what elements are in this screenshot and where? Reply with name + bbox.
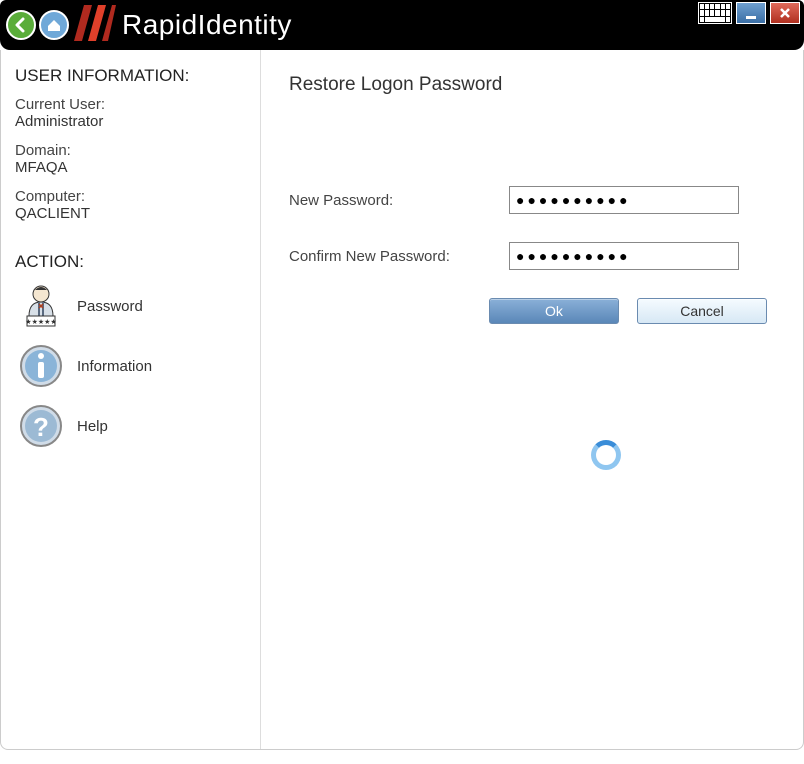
domain-value: MFAQA <box>15 159 246 176</box>
action-password-label: Password <box>77 298 143 315</box>
on-screen-keyboard-button[interactable] <box>698 2 732 24</box>
page-title: Restore Logon Password <box>289 74 775 96</box>
back-button[interactable] <box>6 10 36 40</box>
titlebar: RapidIdentity <box>0 0 804 50</box>
current-user-value: Administrator <box>15 113 246 130</box>
button-row: Ok Cancel <box>489 298 775 324</box>
confirm-password-label: Confirm New Password: <box>289 248 509 265</box>
cancel-button[interactable]: Cancel <box>637 298 767 324</box>
close-button[interactable] <box>770 2 800 24</box>
user-info-heading: USER INFORMATION: <box>15 66 246 86</box>
home-button[interactable] <box>39 10 69 40</box>
current-user-block: Current User: Administrator <box>15 96 246 130</box>
home-icon <box>46 17 62 33</box>
confirm-password-input[interactable] <box>509 242 739 270</box>
help-icon: ? <box>15 400 67 452</box>
action-help-label: Help <box>77 418 108 435</box>
action-help[interactable]: ? Help <box>15 400 246 452</box>
action-password[interactable]: ★★★★★ Password <box>15 280 246 332</box>
new-password-input[interactable] <box>509 186 739 214</box>
minimize-icon <box>744 6 758 20</box>
domain-block: Domain: MFAQA <box>15 142 246 176</box>
password-icon: ★★★★★ <box>15 280 67 332</box>
app-window: RapidIdentity USER INFORMATION: Current … <box>0 0 804 750</box>
confirm-password-row: Confirm New Password: <box>289 242 775 270</box>
new-password-label: New Password: <box>289 192 509 209</box>
main-panel: Restore Logon Password New Password: Con… <box>261 50 803 749</box>
svg-text:★★★★★: ★★★★★ <box>25 318 56 326</box>
rapididentity-logo-icon <box>74 5 116 46</box>
new-password-row: New Password: <box>289 186 775 214</box>
sidebar: USER INFORMATION: Current User: Administ… <box>1 50 261 749</box>
svg-text:?: ? <box>33 412 49 442</box>
action-information-label: Information <box>77 358 152 375</box>
action-information[interactable]: Information <box>15 340 246 392</box>
computer-block: Computer: QACLIENT <box>15 188 246 222</box>
arrow-left-icon <box>13 17 29 33</box>
content-area: USER INFORMATION: Current User: Administ… <box>0 50 804 750</box>
window-controls <box>698 2 800 24</box>
domain-label: Domain: <box>15 142 246 159</box>
ok-button[interactable]: Ok <box>489 298 619 324</box>
computer-value: QACLIENT <box>15 205 246 222</box>
minimize-button[interactable] <box>736 2 766 24</box>
info-icon <box>15 340 67 392</box>
close-icon <box>778 6 792 20</box>
loading-spinner-icon <box>591 440 621 470</box>
action-heading: ACTION: <box>15 252 246 272</box>
computer-label: Computer: <box>15 188 246 205</box>
current-user-label: Current User: <box>15 96 246 113</box>
app-title: RapidIdentity <box>122 9 292 41</box>
